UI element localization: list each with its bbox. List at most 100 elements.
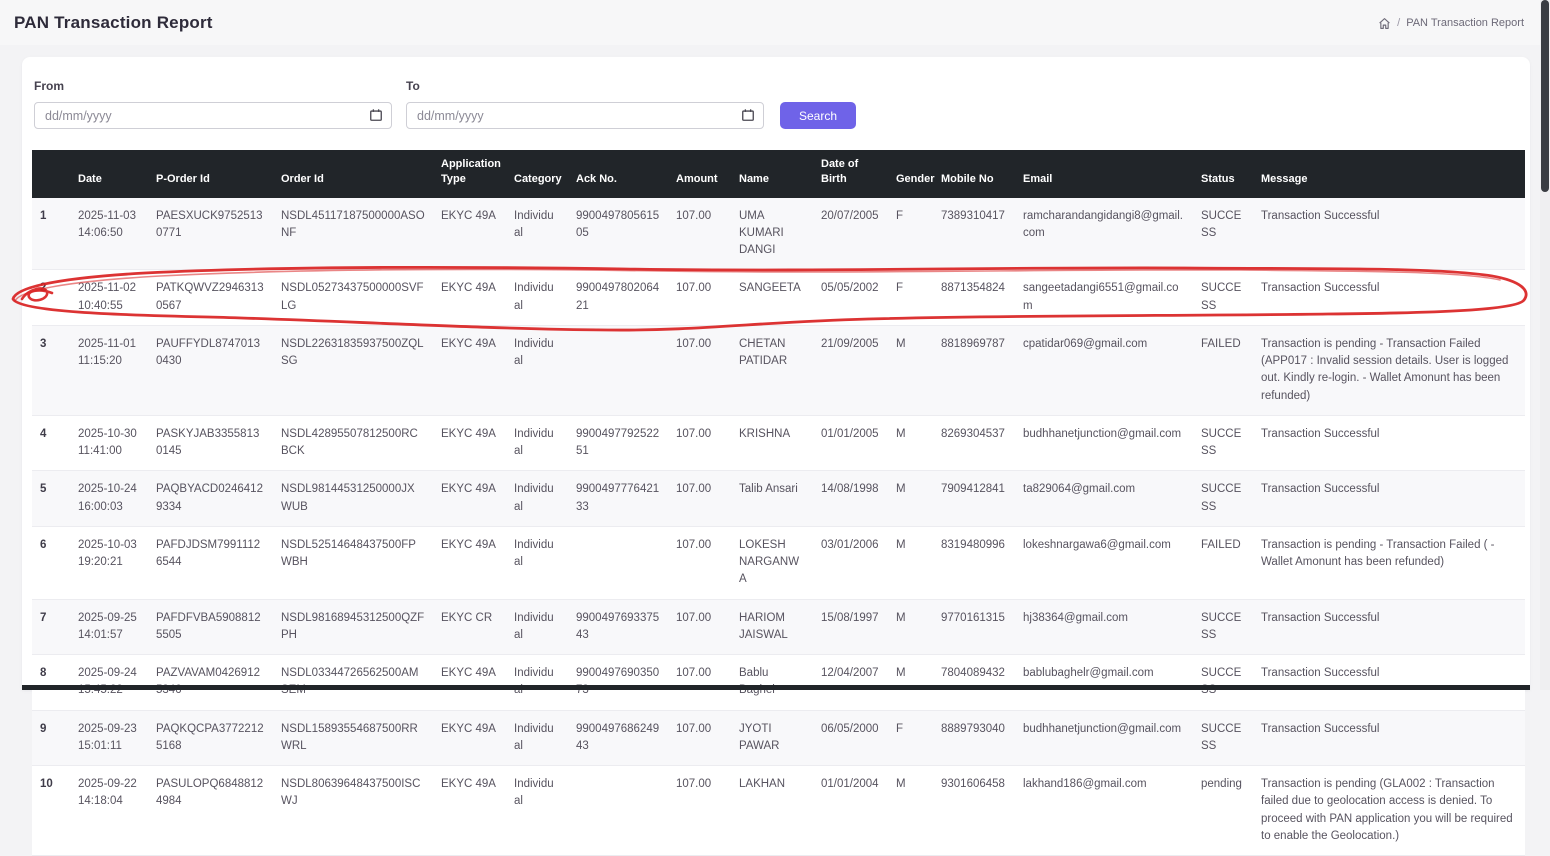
- cell-amount: 107.00: [668, 270, 731, 326]
- to-date-group: To: [406, 79, 764, 129]
- vertical-scrollbar[interactable]: [1540, 0, 1550, 690]
- cell-application-type: EKYC CR: [433, 599, 506, 655]
- col-header-message: Message: [1253, 150, 1525, 198]
- cell-application-type: EKYC 49A: [433, 655, 506, 711]
- cell-mobile-no: 7909412841: [933, 471, 1015, 527]
- cell-index: 4: [32, 415, 70, 471]
- to-date-input[interactable]: [406, 102, 764, 129]
- table-row: 52025-10-24 16:00:03PAQBYACD02464129334N…: [32, 471, 1525, 527]
- cell-name: KRISHNA: [731, 415, 813, 471]
- cell-dob: 06/05/2000: [813, 710, 888, 766]
- table-row: 102025-09-22 14:18:04PASULOPQ68488124984…: [32, 766, 1525, 856]
- cell-ack-no: 990049780561505: [568, 198, 668, 270]
- cell-category: Individual: [506, 766, 568, 856]
- cell-email: bablubaghelr@gmail.com: [1015, 655, 1193, 711]
- cell-message: Transaction Successful: [1253, 198, 1525, 270]
- cell-index: 2: [32, 270, 70, 326]
- cell-email: budhhanetjunction@gmail.com: [1015, 415, 1193, 471]
- cell-email: ramcharandangidangi8@gmail.com: [1015, 198, 1193, 270]
- cell-email: ta829064@gmail.com: [1015, 471, 1193, 527]
- cell-order-id: NSDL52514648437500FPWBH: [273, 526, 433, 599]
- cell-message: Transaction is pending - Transaction Fai…: [1253, 325, 1525, 415]
- filter-bar: From To Search: [32, 79, 1520, 129]
- cell-gender: M: [888, 471, 933, 527]
- col-header-name: Name: [731, 150, 813, 198]
- cell-message: Transaction Successful: [1253, 655, 1525, 711]
- cell-ack-no: [568, 766, 668, 856]
- cell-amount: 107.00: [668, 198, 731, 270]
- cell-name: CHETAN PATIDAR: [731, 325, 813, 415]
- cell-date: 2025-10-30 11:41:00: [70, 415, 148, 471]
- cell-message: Transaction Successful: [1253, 599, 1525, 655]
- cell-p-order-id: PAESXUCK97525130771: [148, 198, 273, 270]
- cell-email: cpatidar069@gmail.com: [1015, 325, 1193, 415]
- breadcrumb-separator: /: [1397, 17, 1400, 29]
- cell-p-order-id: PAQKQCPA37722125168: [148, 710, 273, 766]
- cell-ack-no: [568, 325, 668, 415]
- cell-name: UMA KUMARI DANGI: [731, 198, 813, 270]
- cell-p-order-id: PAFDFVBA59088125505: [148, 599, 273, 655]
- col-header-ack-no: Ack No.: [568, 150, 668, 198]
- home-icon[interactable]: [1378, 17, 1391, 30]
- cell-dob: 01/01/2005: [813, 415, 888, 471]
- cell-mobile-no: 8269304537: [933, 415, 1015, 471]
- cell-message: Transaction Successful: [1253, 270, 1525, 326]
- cell-order-id: NSDL45117187500000ASONF: [273, 198, 433, 270]
- col-header-application-type: Application Type: [433, 150, 506, 198]
- cell-name: HARIOM JAISWAL: [731, 599, 813, 655]
- cell-order-id: NSDL22631835937500ZQLSG: [273, 325, 433, 415]
- cell-date: 2025-09-25 14:01:57: [70, 599, 148, 655]
- from-date-input[interactable]: [34, 102, 392, 129]
- cell-amount: 107.00: [668, 710, 731, 766]
- cell-application-type: EKYC 49A: [433, 325, 506, 415]
- table-row: 12025-11-03 14:06:50PAESXUCK97525130771N…: [32, 198, 1525, 270]
- report-card: From To Search: [22, 57, 1530, 690]
- cell-category: Individual: [506, 655, 568, 711]
- cell-date: 2025-11-02 10:40:55: [70, 270, 148, 326]
- calendar-icon[interactable]: [369, 108, 383, 127]
- cell-date: 2025-09-22 14:18:04: [70, 766, 148, 856]
- cell-mobile-no: 9770161315: [933, 599, 1015, 655]
- cell-mobile-no: 8818969787: [933, 325, 1015, 415]
- cell-p-order-id: PAFDJDSM79911126544: [148, 526, 273, 599]
- cell-amount: 107.00: [668, 325, 731, 415]
- col-header-amount: Amount: [668, 150, 731, 198]
- cell-date: 2025-10-24 16:00:03: [70, 471, 148, 527]
- cell-application-type: EKYC 49A: [433, 710, 506, 766]
- cell-email: budhhanetjunction@gmail.com: [1015, 710, 1193, 766]
- cell-gender: F: [888, 710, 933, 766]
- cell-category: Individual: [506, 198, 568, 270]
- cell-category: Individual: [506, 325, 568, 415]
- cell-name: Talib Ansari: [731, 471, 813, 527]
- col-header-p-order-id: P-Order Id: [148, 150, 273, 198]
- cell-application-type: EKYC 49A: [433, 270, 506, 326]
- cell-name: Bablu Baghel: [731, 655, 813, 711]
- cell-mobile-no: 8871354824: [933, 270, 1015, 326]
- cell-mobile-no: 8889793040: [933, 710, 1015, 766]
- calendar-icon[interactable]: [741, 108, 755, 127]
- col-header-date: Date: [70, 150, 148, 198]
- table-row: 22025-11-02 10:40:55PATKQWVZ29463130567N…: [32, 270, 1525, 326]
- scrollbar-thumb[interactable]: [1541, 0, 1549, 192]
- cell-gender: M: [888, 655, 933, 711]
- cell-ack-no: 990049780206421: [568, 270, 668, 326]
- cell-dob: 15/08/1997: [813, 599, 888, 655]
- cell-email: hj38364@gmail.com: [1015, 599, 1193, 655]
- cell-status: SUCCESS: [1193, 198, 1253, 270]
- cell-gender: F: [888, 198, 933, 270]
- cell-p-order-id: PAQBYACD02464129334: [148, 471, 273, 527]
- cell-order-id: NSDL15893554687500RRWRL: [273, 710, 433, 766]
- cell-gender: M: [888, 766, 933, 856]
- cell-status: FAILED: [1193, 325, 1253, 415]
- cell-message: Transaction Successful: [1253, 471, 1525, 527]
- cell-category: Individual: [506, 599, 568, 655]
- cell-amount: 107.00: [668, 655, 731, 711]
- cell-dob: 20/07/2005: [813, 198, 888, 270]
- cell-gender: M: [888, 526, 933, 599]
- cell-gender: M: [888, 415, 933, 471]
- cell-message: Transaction Successful: [1253, 415, 1525, 471]
- search-button[interactable]: Search: [780, 102, 856, 129]
- cell-gender: F: [888, 270, 933, 326]
- cell-status: SUCCESS: [1193, 471, 1253, 527]
- cell-application-type: EKYC 49A: [433, 415, 506, 471]
